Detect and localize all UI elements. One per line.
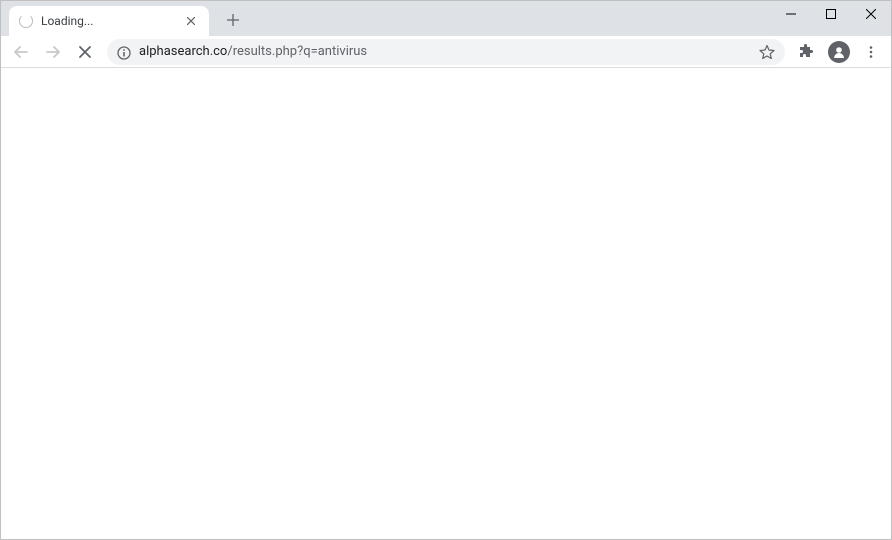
close-icon	[866, 9, 876, 19]
window-controls	[771, 1, 891, 27]
window-maximize-button[interactable]	[811, 1, 851, 27]
tab-strip: Loading...	[1, 1, 891, 36]
url-text: alphasearch.co/results.php?q=antivirus	[139, 44, 751, 59]
star-icon	[759, 44, 775, 60]
stop-button[interactable]	[71, 38, 99, 66]
forward-button[interactable]	[39, 38, 67, 66]
back-button[interactable]	[7, 38, 35, 66]
new-tab-button[interactable]	[219, 6, 247, 34]
browser-tab[interactable]: Loading...	[9, 6, 209, 36]
plus-icon	[227, 14, 239, 26]
window-close-button[interactable]	[851, 1, 891, 27]
browser-toolbar: alphasearch.co/results.php?q=antivirus	[1, 36, 891, 68]
extensions-button[interactable]	[793, 38, 821, 66]
tab-close-button[interactable]	[183, 13, 199, 29]
back-arrow-icon	[13, 44, 29, 60]
dots-vertical-icon	[864, 45, 878, 59]
minimize-icon	[786, 9, 796, 19]
page-content	[1, 68, 891, 539]
menu-button[interactable]	[857, 38, 885, 66]
info-icon	[117, 46, 131, 60]
url-host: alphasearch.co	[139, 44, 227, 59]
loading-spinner-icon	[19, 14, 33, 28]
puzzle-piece-icon	[799, 44, 815, 60]
close-icon	[187, 17, 195, 25]
tab-title: Loading...	[41, 14, 177, 28]
forward-arrow-icon	[45, 44, 61, 60]
address-bar[interactable]: alphasearch.co/results.php?q=antivirus	[107, 39, 785, 65]
bookmark-button[interactable]	[759, 44, 775, 60]
window-minimize-button[interactable]	[771, 1, 811, 27]
profile-button[interactable]	[825, 38, 853, 66]
site-info-button[interactable]	[117, 45, 131, 59]
avatar-icon	[828, 41, 850, 63]
close-icon	[78, 45, 92, 59]
maximize-icon	[826, 9, 836, 19]
url-path: /results.php?q=antivirus	[227, 44, 367, 59]
